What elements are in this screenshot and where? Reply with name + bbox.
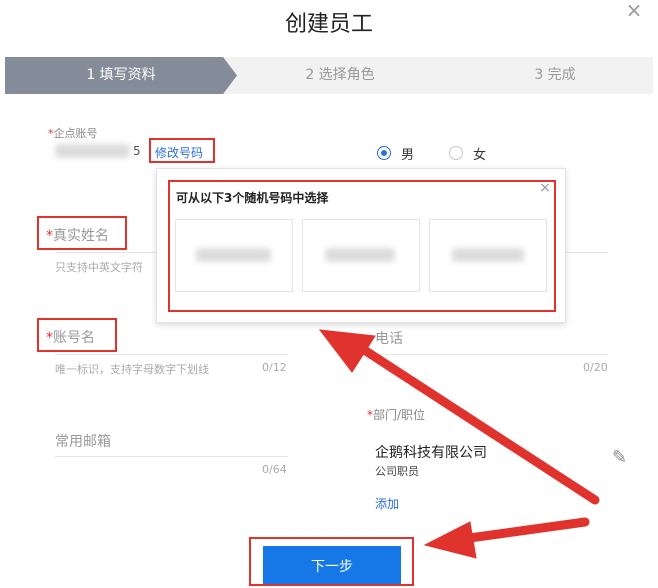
arrow-to-next-head-icon [423, 521, 477, 559]
arrow-to-next-shaft [450, 517, 590, 545]
arrow-to-popup-shaft [347, 337, 600, 505]
annotation-arrows [318, 329, 600, 559]
